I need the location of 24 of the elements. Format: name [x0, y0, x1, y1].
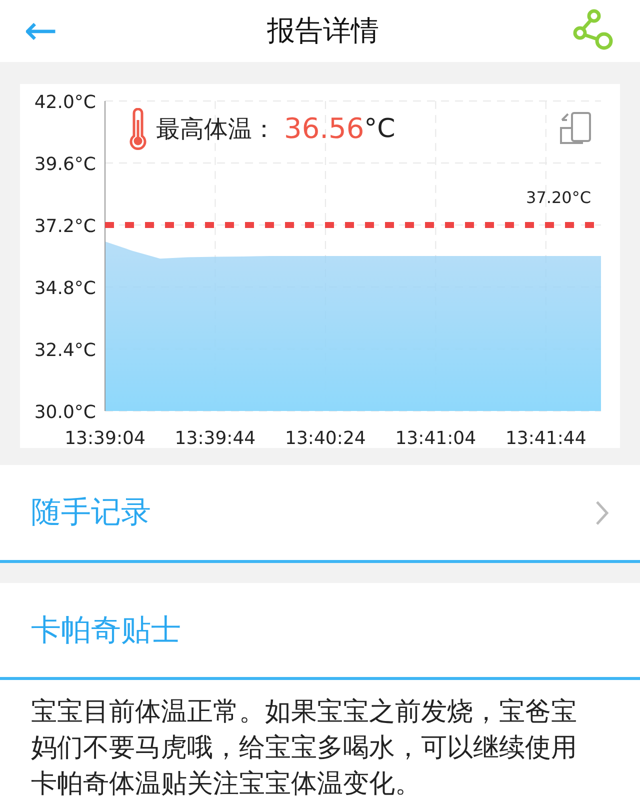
y-tick-label: 34.8°C — [34, 278, 96, 299]
y-tick-label: 32.4°C — [34, 340, 96, 361]
x-tick-label: 13:41:44 — [505, 428, 586, 448]
x-tick-label: 13:41:04 — [395, 428, 476, 448]
tips-title: 卡帕奇贴士 — [31, 612, 181, 650]
y-tick-label: 37.2°C — [34, 216, 96, 237]
max-temperature-label: 最高体温： — [156, 114, 276, 145]
y-tick-label: 30.0°C — [34, 402, 96, 423]
x-tick-label: 13:39:04 — [64, 428, 146, 448]
chevron-right-icon — [595, 500, 609, 526]
back-button[interactable]: ← — [24, 11, 74, 51]
temperature-unit: °C — [364, 112, 396, 146]
notes-row[interactable]: 随手记录 — [0, 465, 640, 563]
max-temperature-value: 36.56 — [284, 111, 364, 147]
page-title: 报告详情 — [267, 13, 379, 49]
threshold-label: 37.20°C — [526, 188, 591, 207]
thermometer-icon — [128, 108, 148, 150]
tips-text: 宝宝目前体温正常。如果宝宝之前发烧，宝爸宝妈们不要马虎哦，给宝宝多喝水，可以继续使用卡帕奇体温贴关注宝宝体温变化。 — [31, 696, 578, 796]
y-tick-label: 42.0°C — [34, 92, 96, 113]
x-tick-label: 13:40:24 — [285, 428, 366, 448]
x-tick-label: 13:39:44 — [174, 428, 256, 448]
rotate-screen-icon[interactable] — [558, 110, 594, 146]
y-tick-label: 39.6°C — [34, 154, 96, 175]
notes-label: 随手记录 — [31, 494, 151, 532]
